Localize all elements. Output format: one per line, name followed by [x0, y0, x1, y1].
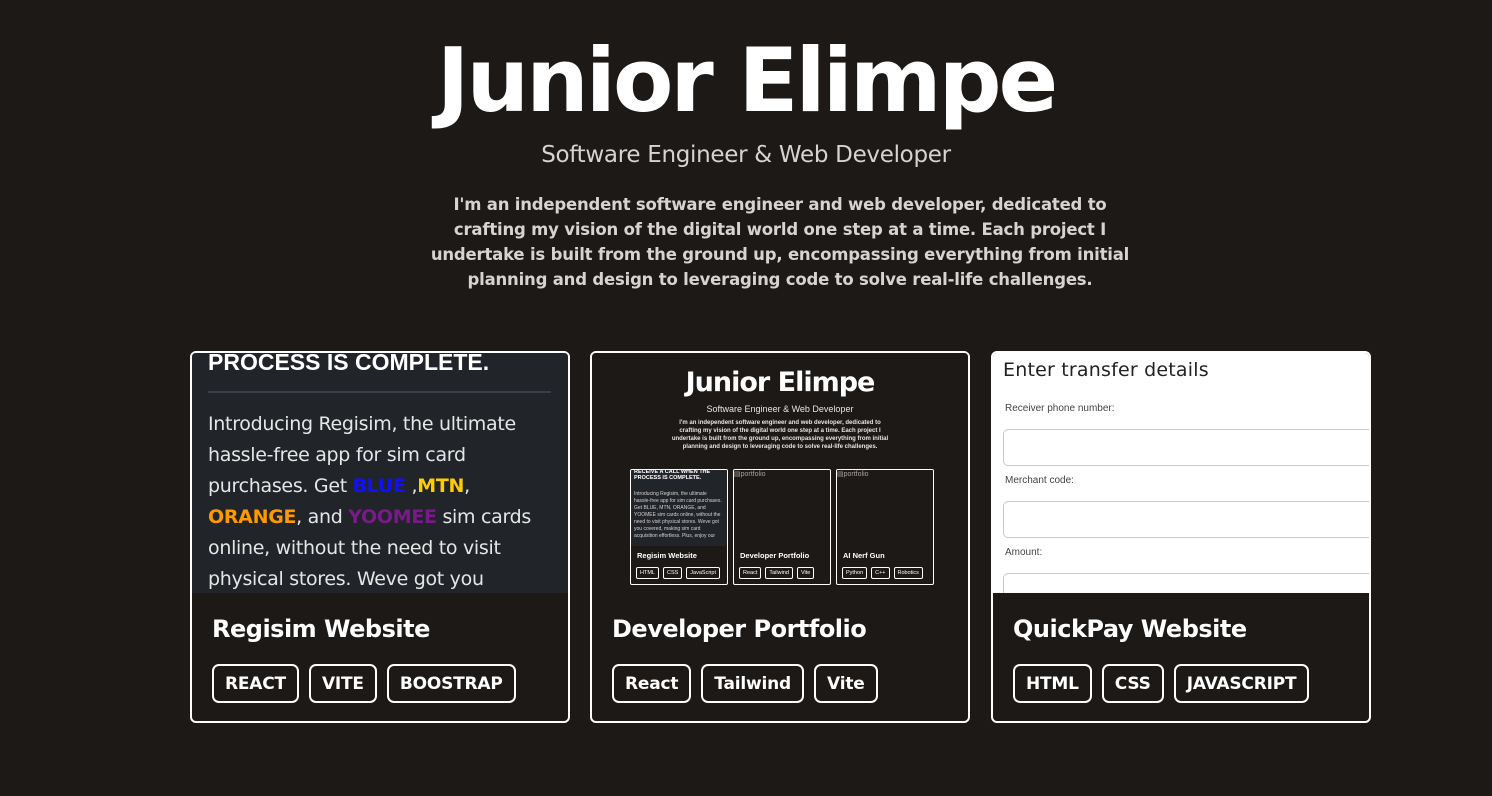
- screenshot-heading: Enter transfer details: [1003, 359, 1209, 381]
- mini-card: ▤portfolio Developer Portfolio React Tai…: [733, 469, 831, 585]
- mini-subtitle: Software Engineer & Web Developer: [706, 404, 854, 414]
- mini-tag: Robotics: [893, 567, 923, 579]
- mini-tag: C++: [871, 567, 890, 579]
- amount-input-preview: [1003, 573, 1369, 593]
- bio-paragraph: I'm an independent software engineer and…: [430, 195, 1130, 289]
- tag-css: CSS: [1101, 664, 1164, 703]
- mini-tag: JavaScript: [686, 567, 720, 579]
- project-screenshot: PROCESS IS COMPLETE. Introducing Regisim…: [192, 353, 568, 593]
- mini-card-title: AI Nerf Gun: [843, 551, 885, 560]
- project-card-portfolio[interactable]: Junior Elimpe Software Engineer & Web De…: [590, 351, 970, 723]
- tag-html: HTML: [1013, 664, 1092, 703]
- mini-bio: I'm an independent software engineer and…: [671, 420, 889, 450]
- project-title: Regisim Website: [212, 615, 430, 643]
- tag-react: REACT: [212, 664, 299, 703]
- broken-image: ▤portfolio: [734, 470, 830, 546]
- phone-input-preview: [1003, 429, 1369, 466]
- mini-title: Junior Elimpe: [685, 367, 876, 398]
- mini-card: ▤portfolio AI Nerf Gun Python C++ Roboti…: [836, 469, 934, 585]
- project-screenshot: Enter transfer details Receiver phone nu…: [993, 353, 1369, 593]
- mini-tag: React: [739, 567, 762, 579]
- screenshot-heading: PROCESS IS COMPLETE.: [208, 353, 490, 375]
- mini-card: RECEIVE A CALL WHEN THE PROCESS IS COMPL…: [630, 469, 728, 585]
- page-title: Junior Elimpe: [436, 29, 1059, 132]
- merchant-input-preview: [1003, 501, 1369, 538]
- tag-vite: Vite: [814, 664, 878, 703]
- tag-vite: VITE: [308, 664, 377, 703]
- mini-tag: HTML: [636, 567, 659, 579]
- tag-list: REACT VITE BOOSTRAP: [212, 664, 516, 703]
- tag-react: React: [612, 664, 692, 703]
- mini-card-title: Developer Portfolio: [740, 551, 810, 560]
- tag-tailwind: Tailwind: [701, 664, 805, 703]
- field-label: Receiver phone number:: [1005, 403, 1115, 414]
- mini-tag: CSS: [662, 567, 683, 579]
- mini-tag-list: Python C++ Robotics: [842, 567, 923, 579]
- screenshot-text: Introducing Regisim, the ultimate hassle…: [208, 413, 531, 590]
- tag-bootstrap: BOOSTRAP: [386, 664, 516, 703]
- project-screenshot: Junior Elimpe Software Engineer & Web De…: [592, 353, 968, 593]
- mini-tag: Python: [842, 567, 868, 579]
- mini-tag-list: HTML CSS JavaScript: [636, 567, 720, 579]
- broken-image: ▤portfolio: [837, 470, 933, 546]
- project-card-regisim[interactable]: PROCESS IS COMPLETE. Introducing Regisim…: [190, 351, 570, 723]
- project-card-quickpay[interactable]: Enter transfer details Receiver phone nu…: [991, 351, 1371, 723]
- project-title: Developer Portfolio: [612, 615, 867, 643]
- field-label: Amount:: [1005, 547, 1043, 558]
- subtitle: Software Engineer & Web Developer: [541, 142, 951, 168]
- mini-card-screenshot: RECEIVE A CALL WHEN THE PROCESS IS COMPL…: [631, 470, 727, 546]
- mini-tag: Vite: [796, 567, 815, 579]
- tag-list: React Tailwind Vite: [612, 664, 878, 703]
- divider: [208, 391, 551, 393]
- broken-image-icon: ▤portfolio: [837, 471, 869, 478]
- field-label: Merchant code:: [1005, 475, 1074, 486]
- mini-tag-list: React Tailwind Vite: [739, 567, 815, 579]
- mini-tag: Tailwind: [765, 567, 793, 579]
- tag-javascript: JAVASCRIPT: [1173, 664, 1310, 703]
- mini-card-title: Regisim Website: [637, 551, 697, 560]
- project-title: QuickPay Website: [1013, 615, 1247, 643]
- tag-list: HTML CSS JAVASCRIPT: [1013, 664, 1310, 703]
- broken-image-icon: ▤portfolio: [734, 471, 766, 478]
